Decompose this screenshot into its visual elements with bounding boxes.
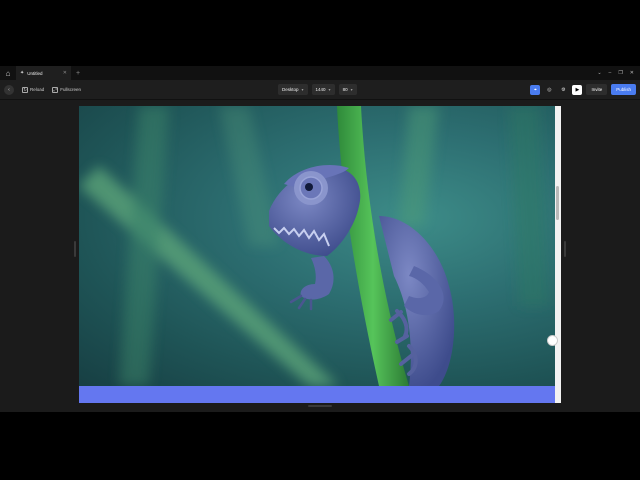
chameleon-illustration [79, 106, 549, 386]
fullscreen-label: Fullscreen [60, 87, 82, 92]
arrow-left-icon: ‹ [8, 86, 10, 93]
viewport-controls: Desktop ▾ 1440 ▾ 80 ▾ [278, 84, 357, 95]
tab-title: Untitled [27, 70, 43, 76]
tab-untitled[interactable]: ✦ Untitled ✕ [16, 66, 72, 80]
globe-icon: ◎ [547, 86, 552, 93]
maximize-icon[interactable]: ❐ [618, 70, 622, 76]
chevron-down-icon: ▾ [328, 87, 331, 92]
window-menu-icon[interactable]: ⌄ [597, 70, 601, 76]
invite-button[interactable]: Invite [586, 84, 608, 95]
gear-icon: ⚙ [561, 86, 566, 93]
play-button[interactable]: ▶ [572, 84, 583, 95]
width-value: 1440 [315, 87, 326, 92]
breakpoint-value: Desktop [282, 87, 299, 92]
home-button[interactable]: ⌂ [0, 66, 16, 80]
tab-bar: ⌂ ✦ Untitled ✕ + ⌄ – ❐ ✕ [0, 66, 640, 80]
fullscreen-icon: ⤢ [52, 86, 59, 93]
publish-button[interactable]: Publish [611, 84, 636, 95]
breakpoint-select[interactable]: Desktop ▾ [278, 84, 308, 95]
right-resize-handle[interactable] [564, 241, 566, 257]
window-controls: ⌄ – ❐ ✕ [597, 70, 640, 76]
zoom-select[interactable]: 80 ▾ [338, 84, 357, 95]
right-toolbar-controls: ⌖ ◎ ⚙ ▶ Invite Publish [530, 84, 636, 95]
design-app-window: ⌂ ✦ Untitled ✕ + ⌄ – ❐ ✕ ‹ ↻ Reload ⤢ Fu… [0, 66, 640, 412]
page-preview-frame [79, 106, 561, 403]
zoom-value: 80 [342, 87, 348, 92]
hero-image [79, 106, 555, 386]
chevron-down-icon: ▾ [301, 87, 304, 92]
play-icon: ▶ [575, 86, 580, 93]
chevron-down-icon: ▾ [350, 87, 353, 92]
frame-resize-knob[interactable] [547, 335, 558, 346]
width-select[interactable]: 1440 ▾ [311, 84, 335, 95]
figma-icon: ✦ [20, 70, 25, 76]
preview-toolbar: ‹ ↻ Reload ⤢ Fullscreen Desktop ▾ 1440 ▾… [0, 80, 640, 100]
scrollbar-thumb[interactable] [556, 186, 559, 220]
reload-label: Reload [30, 87, 45, 92]
home-icon: ⌂ [5, 68, 11, 78]
page-footer-bar [79, 386, 555, 403]
cursor-icon: ⌖ [534, 86, 537, 93]
back-button[interactable]: ‹ [4, 84, 14, 95]
new-tab-button[interactable]: + [72, 70, 84, 77]
preview-canvas [0, 101, 640, 412]
scrollbar-track[interactable] [555, 106, 561, 403]
tab-close-icon[interactable]: ✕ [63, 70, 67, 76]
settings-button[interactable]: ⚙ [558, 85, 568, 95]
left-resize-handle[interactable] [74, 241, 76, 257]
preview-mode-button[interactable]: ⌖ [530, 84, 541, 95]
fullscreen-button[interactable]: ⤢ Fullscreen [52, 86, 82, 93]
minimize-icon[interactable]: – [609, 70, 612, 76]
bottom-resize-handle[interactable] [308, 405, 332, 407]
reload-icon: ↻ [22, 86, 28, 93]
globe-button[interactable]: ◎ [544, 85, 554, 95]
close-window-icon[interactable]: ✕ [630, 70, 634, 76]
reload-button[interactable]: ↻ Reload [22, 86, 45, 93]
